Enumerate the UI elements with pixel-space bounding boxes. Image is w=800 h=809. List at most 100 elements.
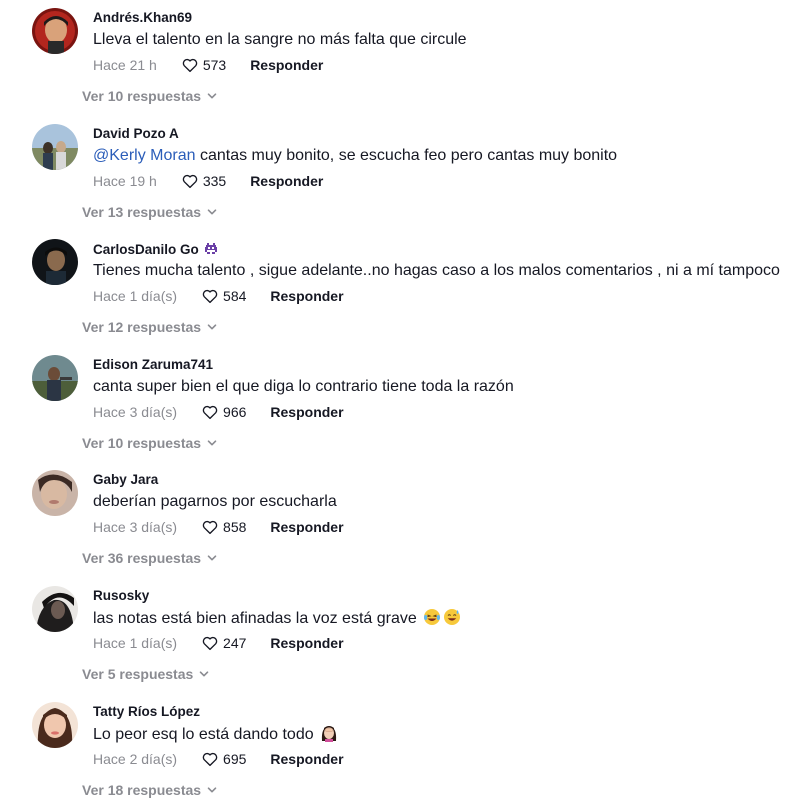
grinning-sweat-emoji-icon	[444, 608, 461, 625]
chevron-down-icon[interactable]	[206, 552, 218, 564]
comment-text: deberían pagarnos por escucharla	[93, 492, 337, 512]
view-replies-button[interactable]: Ver 13 respuestas	[82, 204, 218, 220]
like-button[interactable]: 695	[201, 750, 246, 768]
heart-icon[interactable]	[201, 634, 219, 652]
view-replies-button[interactable]: Ver 5 respuestas	[82, 666, 210, 682]
like-button[interactable]: 966	[201, 403, 246, 421]
username-text[interactable]: Tatty Ríos López	[93, 704, 200, 719]
view-replies-label[interactable]: Ver 10 respuestas	[82, 435, 201, 451]
heart-icon[interactable]	[201, 287, 219, 305]
view-replies-button[interactable]: Ver 10 respuestas	[82, 88, 218, 104]
comments-list: Andrés.Khan69 Lleva el talento en la san…	[0, 0, 800, 809]
avatar[interactable]	[32, 8, 78, 54]
comment-text: Tienes mucha talento , sigue adelante..n…	[93, 261, 780, 281]
heart-icon[interactable]	[181, 56, 199, 74]
woman-facepalming-emoji-icon	[321, 725, 337, 742]
reply-button[interactable]: Responder	[250, 173, 323, 189]
view-replies-label[interactable]: Ver 18 respuestas	[82, 782, 201, 798]
comment-username[interactable]: Edison Zaruma741	[93, 357, 213, 372]
comment-meta: Hace 2 día(s) 695 Responder	[93, 749, 344, 769]
comment-username[interactable]: David Pozo A	[93, 126, 179, 141]
comment-body: Lo peor esq lo está dando todo	[93, 725, 314, 743]
comment-body: Tienes mucha talento , sigue adelante..n…	[93, 262, 780, 280]
view-replies-label[interactable]: Ver 12 respuestas	[82, 319, 201, 335]
comment-username[interactable]: CarlosDanilo Go	[93, 241, 219, 257]
chevron-down-icon[interactable]	[206, 321, 218, 333]
heart-icon[interactable]	[201, 403, 219, 421]
view-replies-button[interactable]: Ver 10 respuestas	[82, 435, 218, 451]
comment-body: las notas está bien afinadas la voz está…	[93, 609, 417, 627]
comment-text: Lo peor esq lo está dando todo	[93, 724, 338, 745]
avatar[interactable]	[32, 239, 78, 286]
like-button[interactable]: 335	[181, 172, 226, 190]
comment-meta: Hace 1 día(s) 584 Responder	[93, 286, 344, 306]
timestamp: Hace 19 h	[93, 172, 157, 189]
comment-meta: Hace 3 día(s) 966 Responder	[93, 402, 344, 422]
timestamp: Hace 2 día(s)	[93, 750, 178, 767]
heart-icon[interactable]	[201, 518, 219, 536]
comment-item: Edison Zaruma741 canta super bien el que…	[0, 347, 800, 463]
like-count: 335	[202, 172, 227, 189]
view-replies-button[interactable]: Ver 36 respuestas	[82, 550, 218, 566]
chevron-down-icon[interactable]	[206, 206, 218, 218]
view-replies-button[interactable]: Ver 12 respuestas	[82, 319, 218, 335]
heart-icon[interactable]	[201, 750, 219, 768]
avatar[interactable]	[32, 354, 78, 401]
timestamp: Hace 1 día(s)	[93, 634, 178, 651]
avatar[interactable]	[32, 701, 78, 748]
timestamp: Hace 1 día(s)	[93, 288, 178, 305]
like-count: 695	[223, 750, 247, 767]
comment-body: canta super bien el que diga lo contrari…	[93, 377, 514, 395]
chevron-down-icon[interactable]	[198, 668, 210, 680]
comment-item: Rusosky las notas está bien afinadas la …	[0, 578, 800, 694]
avatar[interactable]	[32, 470, 78, 517]
view-replies-label[interactable]: Ver 13 respuestas	[82, 204, 201, 220]
like-button[interactable]: 584	[201, 287, 246, 305]
reply-button[interactable]: Responder	[270, 519, 343, 535]
view-replies-label[interactable]: Ver 5 respuestas	[82, 666, 193, 682]
mention-link[interactable]: @Kerly Moran	[93, 147, 196, 164]
reply-button[interactable]: Responder	[270, 288, 343, 304]
laughing-crying-emoji-icon	[424, 608, 441, 625]
like-count: 584	[223, 288, 247, 305]
view-replies-label[interactable]: Ver 36 respuestas	[82, 550, 201, 566]
comment-item: David Pozo A @Kerly Moran cantas muy bon…	[0, 116, 800, 232]
username-text[interactable]: Edison Zaruma741	[93, 357, 213, 372]
reply-button[interactable]: Responder	[270, 751, 343, 767]
comment-username[interactable]: Andrés.Khan69	[93, 10, 192, 25]
username-text[interactable]: Rusosky	[93, 588, 149, 603]
like-count: 966	[223, 403, 247, 420]
reply-button[interactable]: Responder	[250, 57, 323, 73]
comment-body: Lleva el talento en la sangre no más fal…	[93, 31, 467, 48]
heart-icon[interactable]	[181, 172, 199, 190]
avatar[interactable]	[32, 123, 78, 170]
comment-item: CarlosDanilo Go Tienes mucha talento , s…	[0, 231, 800, 347]
username-text[interactable]: David Pozo A	[93, 126, 179, 141]
chevron-down-icon[interactable]	[206, 784, 218, 796]
comment-item: Tatty Ríos López Lo peor esq lo está dan…	[0, 694, 800, 809]
reply-button[interactable]: Responder	[270, 635, 343, 651]
avatar[interactable]	[32, 585, 78, 632]
timestamp: Hace 3 día(s)	[93, 403, 178, 420]
comment-body: cantas muy bonito, se escucha feo pero c…	[195, 146, 618, 164]
like-count: 247	[223, 634, 247, 651]
like-button[interactable]: 573	[181, 56, 226, 74]
reply-button[interactable]: Responder	[270, 404, 343, 420]
comment-username[interactable]: Tatty Ríos López	[93, 704, 200, 719]
comment-text: @Kerly Moran cantas muy bonito, se escuc…	[93, 146, 617, 166]
like-count: 858	[223, 519, 247, 536]
comment-text: Lleva el talento en la sangre no más fal…	[93, 30, 467, 50]
comment-meta: Hace 21 h 573 Responder	[93, 55, 323, 75]
comment-username[interactable]: Gaby Jara	[93, 472, 158, 487]
view-replies-button[interactable]: Ver 18 respuestas	[82, 782, 218, 798]
comment-username[interactable]: Rusosky	[93, 588, 149, 603]
username-text[interactable]: Gaby Jara	[93, 472, 158, 487]
view-replies-label[interactable]: Ver 10 respuestas	[82, 88, 201, 104]
like-button[interactable]: 858	[201, 518, 246, 536]
username-text[interactable]: CarlosDanilo Go	[93, 242, 199, 257]
chevron-down-icon[interactable]	[206, 90, 218, 102]
timestamp: Hace 21 h	[93, 57, 157, 73]
username-text[interactable]: Andrés.Khan69	[93, 10, 192, 25]
chevron-down-icon[interactable]	[206, 437, 218, 449]
like-button[interactable]: 247	[201, 634, 246, 652]
